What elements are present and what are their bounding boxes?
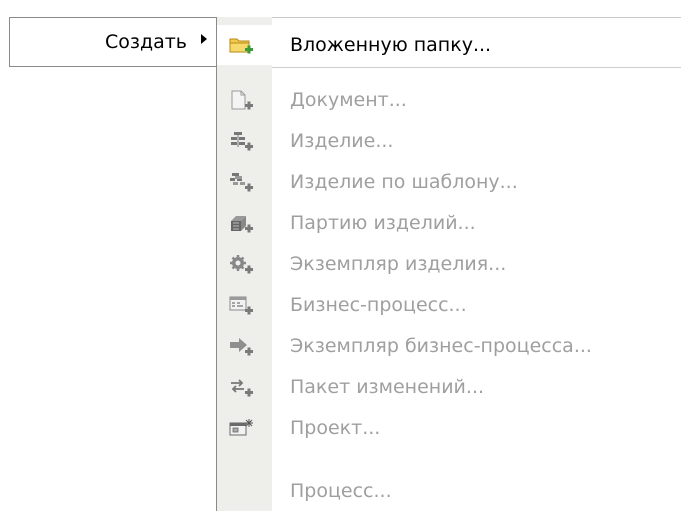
folder-add-icon bbox=[229, 35, 255, 57]
change-package-add-icon bbox=[229, 377, 255, 399]
create-submenu: Вложенную папку... Документ... Изделие..… bbox=[216, 17, 681, 511]
product-batch-add-icon bbox=[229, 213, 255, 235]
menu-item-process[interactable]: Процесс... bbox=[217, 471, 681, 511]
create-menu-label: Создать bbox=[104, 31, 187, 53]
project-add-icon bbox=[229, 418, 255, 440]
submenu-arrow-icon bbox=[201, 34, 207, 44]
menu-item-business-process-instance[interactable]: Экземпляр бизнес-процесса... bbox=[217, 326, 681, 366]
menu-item-label: Проект... bbox=[290, 417, 381, 439]
menu-item-product[interactable]: Изделие... bbox=[217, 121, 681, 161]
menu-item-project[interactable]: Проект... bbox=[217, 408, 681, 448]
product-add-icon bbox=[229, 131, 255, 153]
menu-item-product-template[interactable]: Изделие по шаблону... bbox=[217, 162, 681, 202]
menu-item-label: Вложенную папку... bbox=[290, 34, 492, 56]
menu-item-label: Документ... bbox=[290, 89, 407, 111]
menu-item-label: Изделие по шаблону... bbox=[290, 171, 518, 193]
menu-item-label: Экземпляр бизнес-процесса... bbox=[290, 335, 592, 357]
submenu-top-border bbox=[272, 17, 681, 18]
menu-item-subfolder[interactable]: Вложенную папку... bbox=[217, 25, 681, 65]
business-process-add-icon bbox=[229, 295, 255, 317]
menu-item-product-batch[interactable]: Партию изделий... bbox=[217, 203, 681, 243]
menu-item-change-package[interactable]: Пакет изменений... bbox=[217, 367, 681, 407]
menu-item-label: Партию изделий... bbox=[290, 212, 476, 234]
document-add-icon bbox=[229, 90, 255, 112]
product-instance-add-icon bbox=[229, 254, 255, 276]
business-process-instance-add-icon bbox=[229, 336, 255, 358]
product-template-add-icon bbox=[229, 172, 255, 194]
menu-item-label: Процесс... bbox=[290, 480, 392, 502]
menu-item-business-process[interactable]: Бизнес-процесс... bbox=[217, 285, 681, 325]
menu-item-label: Бизнес-процесс... bbox=[290, 294, 467, 316]
menu-item-label: Изделие... bbox=[290, 130, 394, 152]
menu-separator bbox=[272, 67, 681, 68]
menu-item-document[interactable]: Документ... bbox=[217, 80, 681, 120]
create-menu-item[interactable]: Создать bbox=[9, 17, 216, 67]
menu-item-product-instance[interactable]: Экземпляр изделия... bbox=[217, 244, 681, 284]
menu-item-label: Экземпляр изделия... bbox=[290, 253, 507, 275]
menu-item-label: Пакет изменений... bbox=[290, 376, 485, 398]
